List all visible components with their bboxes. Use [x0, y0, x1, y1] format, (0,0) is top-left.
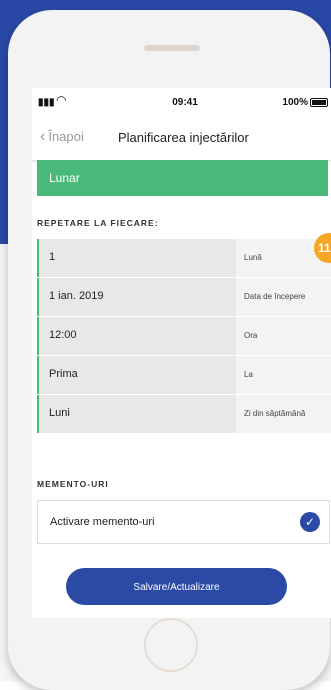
- battery-icon: [310, 98, 328, 107]
- repeat-section-heading: REPETARE LA FIECARE:: [37, 218, 159, 228]
- field-label-box: Data de începere: [236, 278, 331, 316]
- navigation-bar: ‹ Înapoi Planificarea injectărilor: [32, 116, 331, 161]
- back-button[interactable]: ‹ Înapoi: [40, 128, 84, 146]
- phone-frame: ▮▮▮ ◠ 09:41 100% ‹ Înapoi Planificarea in…: [8, 10, 331, 690]
- status-bar: ▮▮▮ ◠ 09:41 100%: [32, 88, 331, 116]
- repeat-interval-field[interactable]: 1 Lună: [37, 239, 331, 277]
- field-label: Zi din săptămână: [244, 409, 306, 418]
- field-value: Prima: [49, 368, 78, 380]
- reminders-toggle-label: Activare memento-uri: [50, 516, 155, 528]
- back-label: Înapoi: [48, 129, 84, 144]
- field-label: Data de începere: [244, 292, 306, 301]
- field-label-box: Ora: [236, 317, 331, 355]
- selected-frequency-option[interactable]: Lunar: [37, 160, 328, 196]
- occurrence-field[interactable]: Prima La: [37, 356, 331, 394]
- start-date-field[interactable]: 1 ian. 2019 Data de începere: [37, 278, 331, 316]
- field-value: 12:00: [49, 329, 77, 341]
- field-value: 1 ian. 2019: [49, 290, 104, 302]
- selected-frequency-label: Lunar: [49, 171, 80, 185]
- app-screen: ▮▮▮ ◠ 09:41 100% ‹ Înapoi Planificarea in…: [32, 88, 331, 618]
- field-label: Lună: [244, 253, 262, 262]
- field-label-box: La: [236, 356, 331, 394]
- page-title: Planificarea injectărilor: [118, 130, 249, 145]
- field-label: La: [244, 370, 253, 379]
- field-label-box: Zi din săptămână: [236, 395, 331, 433]
- field-value: 1: [49, 251, 56, 263]
- reminders-toggle-row[interactable]: Activare memento-uri ✓: [37, 500, 330, 544]
- speaker-slot: [144, 45, 200, 51]
- reminders-section-heading: MEMENTO-URI: [37, 479, 109, 489]
- save-update-button[interactable]: Salvare/Actualizare: [66, 568, 287, 605]
- weekday-field[interactable]: Luni Zi din săptămână: [37, 395, 331, 433]
- battery-percent: 100%: [282, 97, 308, 108]
- home-button[interactable]: [144, 618, 198, 672]
- time-field[interactable]: 12:00 Ora: [37, 317, 331, 355]
- field-label: Ora: [244, 331, 258, 340]
- chevron-left-icon: ‹: [40, 128, 46, 145]
- checkmark-icon[interactable]: ✓: [300, 512, 320, 532]
- field-value: Luni: [49, 407, 70, 419]
